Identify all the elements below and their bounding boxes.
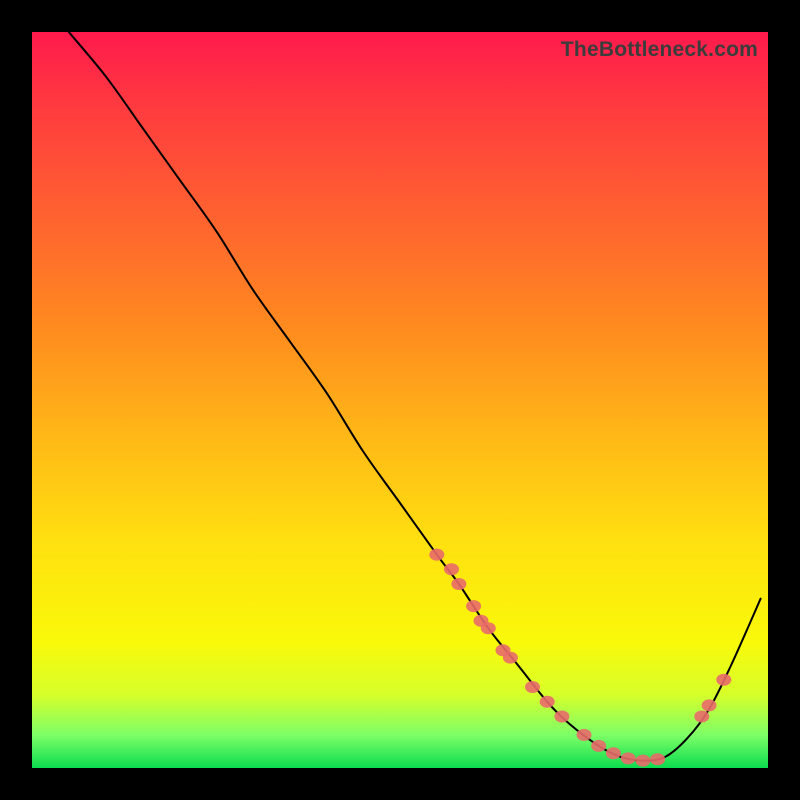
- marker-dot: [444, 563, 459, 575]
- marker-dot: [635, 755, 650, 767]
- marker-dot: [481, 622, 496, 634]
- marker-dot: [466, 600, 481, 612]
- marker-dot: [554, 711, 569, 723]
- curve-path: [69, 32, 761, 761]
- marker-dot: [702, 699, 717, 711]
- marker-dot: [591, 740, 606, 752]
- marker-dots-group: [429, 549, 731, 767]
- plot-area: TheBottleneck.com: [32, 32, 768, 768]
- marker-dot: [606, 747, 621, 759]
- chart-frame: TheBottleneck.com: [0, 0, 800, 800]
- bottleneck-curve: [32, 32, 768, 768]
- marker-dot: [429, 549, 444, 561]
- marker-dot: [621, 752, 636, 764]
- marker-dot: [540, 696, 555, 708]
- marker-dot: [451, 578, 466, 590]
- marker-dot: [503, 652, 518, 664]
- marker-dot: [577, 729, 592, 741]
- marker-dot: [650, 753, 665, 765]
- marker-dot: [716, 674, 731, 686]
- marker-dot: [525, 681, 540, 693]
- marker-dot: [694, 711, 709, 723]
